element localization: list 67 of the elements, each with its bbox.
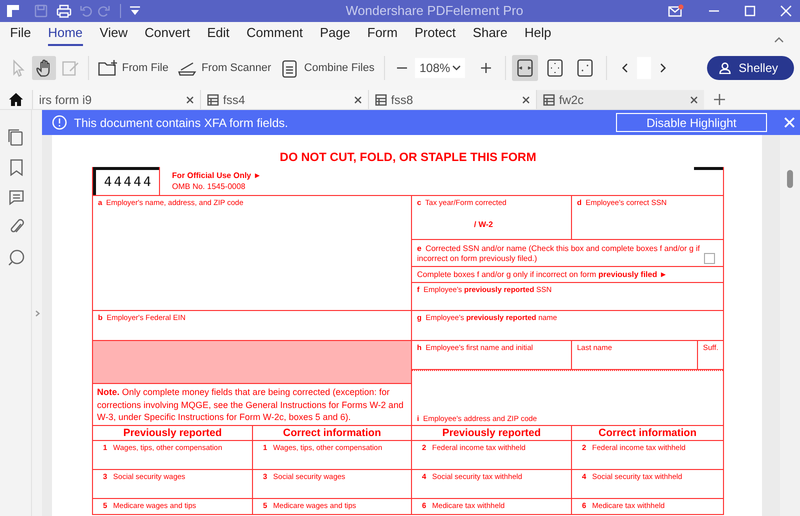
add-tab-icon[interactable] [714,94,725,105]
menu-item[interactable]: Edit [207,25,230,46]
search-icon[interactable] [6,248,24,266]
collapse-icon[interactable] [774,36,784,44]
info-icon [52,115,67,130]
menu-item[interactable]: Page [320,25,350,46]
dropdown-icon[interactable] [129,5,141,17]
menu-item[interactable]: Home [48,25,83,46]
field-label: e Corrected SSN and/or name (Check this box and complete boxes f and/or g if incorrect on form previously filed.) [417,244,701,264]
column-header: Correct information [597,427,698,439]
close-icon[interactable] [522,96,530,104]
user-icon [718,62,731,74]
zoom-in-icon[interactable] [481,63,492,73]
column-header: Previously reported [441,427,542,439]
menu-item[interactable]: Form [367,25,398,46]
maximize-icon[interactable] [744,5,756,17]
notice-text: Complete boxes f and/or g only if incorrect on form previously filed ► [417,269,668,280]
window-title: Wondershare PDFelement Pro [344,2,524,20]
banner-message: This document contains XFA form fields. [74,114,288,132]
menu-item[interactable]: Protect [414,25,456,46]
fit-page-icon [545,58,566,78]
pages-icon[interactable] [6,128,24,146]
form-title: DO NOT CUT, FOLD, OR STAPLE THIS FORM [278,150,538,164]
close-icon[interactable] [690,96,698,104]
zoom-select[interactable]: 108% [415,58,466,78]
menu-item[interactable]: File [10,25,31,46]
note-text: Note. Only complete money fields that are being corrected (exception: for corrections involving MQGE, see the General Instructions for Forms W-2 and W-3, under Specific Instructions for Form W-2c, boxes 5 and 6). [97,386,404,424]
file-button[interactable]: From File [95,56,172,80]
form-icon [543,94,555,106]
next-page-icon[interactable] [659,63,668,73]
previous-page-icon[interactable] [621,63,630,73]
omb-number: OMB No. 1545-0008 [172,182,246,191]
chevron-down-icon [452,65,462,71]
form-code: 44444 [93,167,159,195]
column-header: Previously reported [122,427,223,439]
fit-width-view-button[interactable] [512,55,538,81]
field-value: / W-2 [474,220,494,229]
edit-icon [61,59,79,77]
menu-item[interactable]: Share [472,25,508,46]
menu-item[interactable]: Help [524,25,552,46]
corner-mark [694,167,723,170]
expand-panel-icon[interactable] [34,310,40,316]
actual-icon [575,58,596,78]
disable-highlight-button[interactable]: Disable Highlight [616,113,767,132]
mail-icon[interactable] [668,4,684,18]
close-icon[interactable] [354,96,362,104]
app-logo-icon [6,4,20,18]
form-icon [375,94,387,106]
column-header: Correct information [282,427,382,439]
menu-item[interactable]: View [100,25,128,46]
scanner-button[interactable]: From Scanner [174,56,274,80]
menu-item[interactable]: Convert [144,25,190,46]
print-icon[interactable] [56,4,72,18]
comment-icon[interactable] [6,188,24,206]
document-tab[interactable]: fw2c [536,90,704,109]
folder-plus-icon [98,58,118,78]
hand-tool-button[interactable] [32,56,56,80]
fit-width-icon [515,58,536,78]
home-icon[interactable] [9,93,23,106]
checkbox[interactable] [704,253,715,264]
close-icon[interactable] [186,96,194,104]
user-button[interactable]: Shelley [706,56,794,80]
combine-button[interactable]: Combine Files [277,56,378,80]
menu-item[interactable]: Comment [246,25,303,46]
official-use-label: For Official Use Only ► [172,171,262,180]
form-icon [207,94,219,106]
scrollbar-thumb[interactable] [787,170,793,188]
